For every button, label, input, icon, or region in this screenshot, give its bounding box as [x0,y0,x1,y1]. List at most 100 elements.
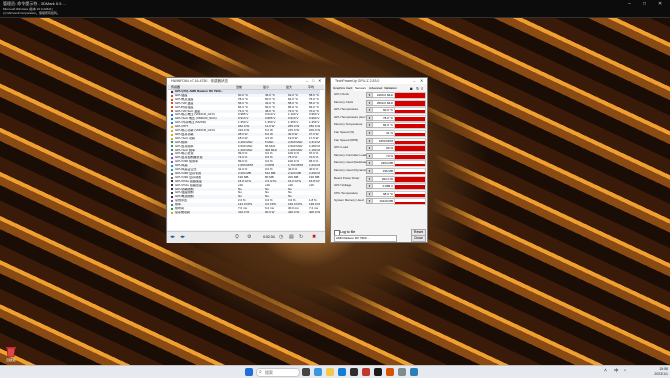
hwinfo-sensor-row[interactable]: 总系统功耗 410.0 W 90.0 W 420.0 W 400.0 W [171,210,320,215]
column-avg[interactable]: 平均 [308,85,314,89]
clock-icon [171,141,173,144]
menu-icon[interactable]: ≡ [421,86,423,91]
temp-icon [171,94,173,97]
sensor-current: 410.0 W [238,210,250,214]
widgets-icon[interactable] [314,368,322,376]
gpuz-sensor-graph[interactable] [394,137,426,145]
clock[interactable]: 15:58 2023/1/1 [640,367,668,376]
gpuz-graph-fill [395,185,425,190]
gpuz-sensor-value: 99 % [372,145,395,152]
minimize-icon[interactable]: – [413,78,415,84]
hwinfo-sensor-list[interactable]: GPU [#0]: AMD Radeon RX 7900... GPU温度 60.0… [168,90,324,230]
gpuz-window[interactable]: TechPowerUp GPU-Z 2.53.0 – ✕ Graphics Ca… [330,77,428,243]
elapsed-time: 0:02:34 [263,235,275,239]
gpuz-sensor-graph[interactable] [394,130,426,137]
cmd-line: (c) Microsoft Corporation。保留所有权利。 [3,11,61,15]
gpuz-sensor-value: 84.0 °C [372,122,395,129]
gpuz-sensor-graph[interactable] [394,190,426,198]
gpuz-tabs: Graphics Card Sensors Advanced Validatio… [332,86,426,91]
gpuz-sensor-graph[interactable] [394,122,426,130]
column-current[interactable]: 当前 [236,85,242,89]
gpuz-sensor-graph[interactable] [394,183,426,191]
tab-advanced[interactable]: Advanced [369,86,382,91]
refresh-icon[interactable]: ↻ [416,86,419,91]
gpuz-sensor-graph[interactable] [394,107,426,115]
minimize-icon[interactable]: – [306,78,308,84]
camera-icon[interactable]: ◙ [410,86,412,91]
app-icon[interactable] [362,368,370,376]
chevron-up-icon[interactable]: ˄ [604,368,607,374]
input-language[interactable]: 中 [614,368,619,374]
network-icon[interactable]: ⛭ [235,234,239,240]
close-icon[interactable]: ✖ [312,234,316,240]
device-select[interactable]: AMD Radeon RX 7900 ... [334,235,397,242]
reset-icon[interactable]: ↻ [299,234,303,240]
tab-validation[interactable]: Validation [384,86,397,91]
report-icon[interactable]: ▤ [289,234,294,240]
arrows-icon[interactable]: ◂▸ [180,234,185,240]
clock-icon [171,145,173,148]
taskbar: ⌕ 搜索 ˄ 中 ◔ 15:58 2023/1/1 [0,365,670,378]
tab-sensors[interactable]: Sensors [354,86,368,91]
hwinfo-window[interactable]: HWiNFO64 v7.16-4750 - 传感器状态 – □ ✕ 传感器 当前… [166,77,326,243]
chip-icon [171,192,173,195]
command-prompt-window[interactable]: 管理员: 命令提示符 - 3DMark 5.5 ... Microsoft Wi… [0,0,670,18]
arrows-icon[interactable]: ◂▸ [170,234,175,240]
gpuz-sensor-label: GPU Clock [334,92,349,96]
gpuz-sensor-graph[interactable] [394,145,426,153]
gpuz-sensor-graph[interactable] [394,92,426,99]
gpuz-sensor-value: 196 MB [372,168,395,174]
chip-icon [171,188,173,191]
maximize-icon[interactable]: □ [643,1,646,7]
gpuz-sensor-graph[interactable] [394,198,426,206]
store-icon[interactable] [350,368,358,376]
gpuz-sensor-list: GPU Clock ▾ 2490.0 MHz Memory Clock ▾ 2500.0 … [331,92,427,222]
app-icon[interactable] [410,368,418,376]
chip-icon [171,184,173,187]
gpuz-sensor-value: 60.0 °C [372,107,395,114]
start-icon[interactable] [245,368,253,376]
hwinfo-taskbar-icon[interactable] [386,368,394,376]
gpuz-sensor-graph[interactable] [394,168,426,175]
edge-browser-icon[interactable] [338,368,346,376]
gpuz-sensor-graph[interactable] [394,114,426,122]
gpuz-sensor-graph[interactable] [394,152,426,160]
tab-graphics-card[interactable]: Graphics Card [333,86,352,91]
gpuz-sensor-label: Fan Speed (RPM) [334,137,359,142]
close-button[interactable]: Close [411,235,426,242]
power-icon [171,129,173,132]
column-max[interactable]: 最大 [286,85,292,89]
maximize-icon[interactable]: □ [312,78,314,84]
volt-icon [171,118,173,121]
terminal-icon[interactable] [374,368,382,376]
gpuz-sensor-graph[interactable] [394,175,426,183]
gpuz-sensor-graph[interactable] [394,99,426,107]
load-icon [171,160,173,163]
gpuz-sensor-label: GPU Temperature (Hot Spot) [334,114,373,119]
search-icon: ⌕ [259,369,262,375]
close-icon[interactable]: ✕ [658,1,662,7]
clock-icon[interactable]: ◷ [279,234,283,240]
column-sensor[interactable]: 传感器 [171,85,180,89]
column-min[interactable]: 最小 [263,85,269,89]
task-view-icon[interactable] [302,368,310,376]
settings-icon[interactable]: ⚙ [247,234,251,240]
recycle-bin-icon[interactable] [4,346,18,358]
temp-icon [171,106,173,109]
gpuz-sensor-label: Memory Used (Dedicated) [334,160,370,165]
gpuz-graph-fill [395,93,425,98]
power-icon [171,211,173,214]
gpuz-sensor-label: GPU Load [334,145,349,150]
gpuz-sensor-graph[interactable] [394,160,426,168]
search-box[interactable]: ⌕ 搜索 [256,368,300,377]
gpuz-graph-fill [395,177,425,182]
minimize-icon[interactable]: – [628,1,631,7]
network-icon[interactable]: ◔ [623,368,626,374]
file-explorer-icon[interactable] [326,368,334,376]
gpuz-sensor-value: 10120 MB [372,198,395,205]
close-icon[interactable]: ✕ [318,78,321,84]
hwinfo-title: HWiNFO64 v7.16-4750 - 传感器状态 [167,78,325,84]
gpuz-taskbar-icon[interactable] [398,368,406,376]
gpuz-sensor-label: Fan Speed (%) [334,130,355,134]
close-icon[interactable]: ✕ [420,78,423,84]
